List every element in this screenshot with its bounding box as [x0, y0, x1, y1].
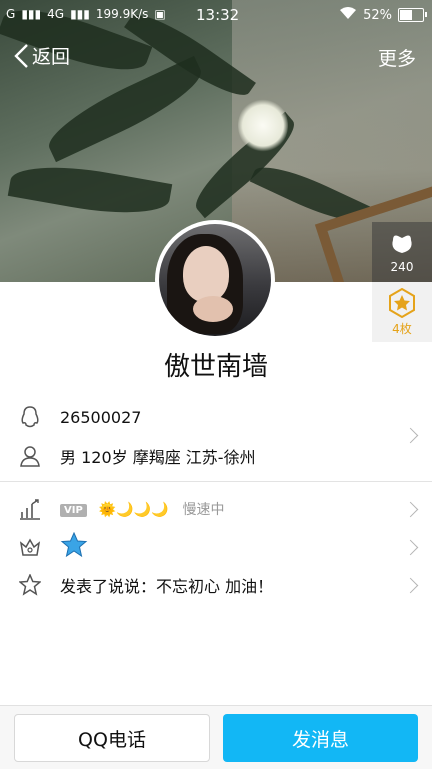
details-row[interactable]: 男 120岁 摩羯座 江苏-徐州	[0, 443, 432, 469]
profile-name: 傲世南墙	[163, 352, 268, 382]
cover-flower	[238, 98, 288, 153]
qq-call-button[interactable]: QQ电话	[14, 714, 210, 762]
qq-number: 26500027	[60, 407, 142, 427]
purse-icon	[392, 235, 412, 253]
blue-star-icon	[60, 531, 88, 558]
net-speed: 199.9K/s	[95, 7, 149, 21]
likes-count: 240	[390, 260, 414, 274]
level-chart-icon	[18, 497, 42, 521]
level-icons: 🌞🌙🌙🌙	[98, 502, 169, 518]
qq-number-row[interactable]: 26500027	[0, 404, 432, 430]
signal-g-label: G	[6, 7, 16, 21]
back-button[interactable]: 返回	[12, 42, 70, 69]
battery-fill	[400, 10, 413, 20]
penguin-icon	[18, 405, 42, 429]
status-bar: G ▮▮▮ 4G ▮▮▮ 199.9K/s ▣ 13:32 52%	[0, 0, 432, 30]
status-post-row[interactable]: 发表了说说：不忘初心 加油！	[0, 572, 432, 598]
storage-icon: ▣	[154, 7, 166, 21]
battery-percent: 52%	[363, 7, 392, 23]
status-left: G ▮▮▮ 4G ▮▮▮ 199.9K/s ▣	[6, 7, 166, 21]
cover-leaf	[39, 55, 211, 163]
bottom-action-bar: QQ电话 发消息	[0, 705, 432, 769]
star-badge	[60, 531, 88, 562]
signal-bars-icon: ▮▮▮	[21, 7, 42, 21]
wifi-icon	[339, 6, 357, 24]
speed-status: 慢速中	[182, 502, 225, 518]
more-button[interactable]: 更多	[378, 44, 416, 71]
status-post-text: 发表了说说：不忘初心 加油！	[60, 577, 274, 596]
chevron-right-icon[interactable]	[402, 427, 419, 444]
send-message-button[interactable]: 发消息	[223, 714, 418, 762]
chevron-left-icon	[14, 43, 28, 68]
vip-badge: VIP	[60, 503, 87, 517]
signal-bars-icon: ▮▮▮	[70, 7, 90, 21]
profile-details: 男 120岁 摩羯座 江苏-徐州	[60, 448, 256, 467]
person-icon	[18, 444, 42, 468]
cover-leaf	[7, 156, 173, 224]
crown-icon	[18, 535, 42, 559]
avatar-face	[183, 246, 229, 302]
section-divider	[0, 481, 432, 482]
star-outline-icon	[18, 573, 42, 597]
back-label: 返回	[32, 46, 71, 68]
vip-level-info: VIP 🌞🌙🌙🌙 慢速中	[60, 499, 225, 519]
vip-level-row[interactable]: VIP 🌞🌙🌙🌙 慢速中	[0, 496, 432, 522]
avatar[interactable]	[155, 220, 275, 340]
medals-count: 4枚	[392, 322, 412, 336]
network-label: 4G	[47, 7, 65, 21]
clock: 13:32	[196, 6, 240, 24]
decoration-row[interactable]	[0, 531, 432, 562]
likes-badge[interactable]: 240	[372, 222, 432, 282]
avatar-hand	[193, 296, 233, 322]
medal-star-icon	[389, 288, 415, 318]
medals-badge[interactable]: 4枚	[372, 282, 432, 342]
avatar-photo	[159, 224, 271, 336]
status-right: 52%	[339, 6, 427, 24]
battery-icon	[398, 8, 427, 22]
